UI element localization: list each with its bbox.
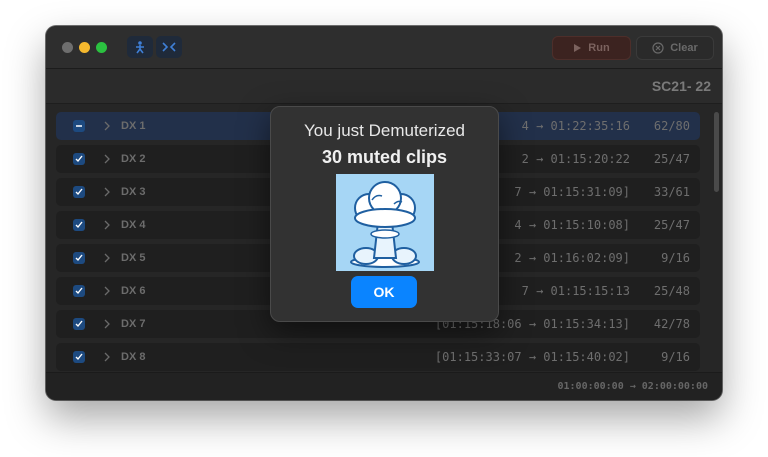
track-count: 25/48 — [653, 284, 690, 298]
track-timecode: 4 → 01:22:35:16 — [521, 119, 630, 133]
chevron-right-icon[interactable] — [104, 352, 110, 362]
dialog-count: 30 muted clips — [321, 147, 448, 167]
chevron-right-icon[interactable] — [104, 253, 110, 263]
track-count: 25/47 — [653, 152, 690, 166]
track-timecode: 7 → 01:15:15:13 — [521, 284, 630, 298]
track-timecode: 2 → 01:16:02:09] — [514, 251, 630, 265]
run-button[interactable]: Run — [552, 36, 631, 60]
track-name: DX 2 — [121, 153, 146, 165]
titlebar: Run Clear — [46, 26, 722, 69]
track-count: 9/16 — [661, 350, 690, 364]
track-name: DX 1 — [121, 120, 146, 132]
chevron-right-icon[interactable] — [104, 187, 110, 197]
track-name: DX 7 — [121, 318, 146, 330]
track-timecode: [01:15:33:07 → 01:15:40:02] — [434, 350, 630, 364]
clear-label: Clear — [670, 42, 698, 54]
minimize-window-button[interactable] — [79, 42, 90, 53]
mushroom-cloud-icon — [336, 174, 434, 271]
clear-circle-icon — [652, 42, 664, 54]
track-checkbox[interactable] — [73, 186, 85, 198]
track-checkbox[interactable] — [73, 120, 85, 132]
waveform-person-icon[interactable] — [127, 36, 153, 58]
chevron-right-icon[interactable] — [104, 286, 110, 296]
run-label: Run — [588, 42, 610, 54]
play-icon — [574, 44, 582, 52]
scene-title: SC21- 22 — [651, 78, 711, 94]
close-window-button[interactable] — [62, 42, 73, 53]
scene-header: SC21- 22 — [46, 69, 722, 104]
dialog-message: You just Demuterized — [304, 121, 465, 140]
track-checkbox[interactable] — [73, 351, 85, 363]
clear-button[interactable]: Clear — [636, 36, 714, 60]
chevron-right-icon[interactable] — [104, 319, 110, 329]
track-name: DX 5 — [121, 252, 146, 264]
chevron-right-icon[interactable] — [104, 154, 110, 164]
track-count: 33/61 — [653, 185, 690, 199]
completion-dialog: You just Demuterized 30 muted clips OK — [270, 106, 499, 322]
track-checkbox[interactable] — [73, 219, 85, 231]
footer-bar: 01:00:00:00 → 02:00:00:00 — [46, 372, 722, 400]
chevron-right-icon[interactable] — [104, 121, 110, 131]
track-checkbox[interactable] — [73, 252, 85, 264]
track-name: DX 3 — [121, 186, 146, 198]
timeline-range: 01:00:00:00 → 02:00:00:00 — [557, 381, 708, 392]
zoom-window-button[interactable] — [96, 42, 107, 53]
track-timecode: 7 → 01:15:31:09] — [514, 185, 630, 199]
track-name: DX 8 — [121, 351, 146, 363]
track-name: DX 4 — [121, 219, 146, 231]
track-count: 42/78 — [653, 317, 690, 331]
track-count: 62/80 — [653, 119, 690, 133]
track-checkbox[interactable] — [73, 285, 85, 297]
list-scrollbar[interactable] — [714, 112, 719, 192]
track-checkbox[interactable] — [73, 318, 85, 330]
track-timecode: 2 → 01:15:20:22 — [521, 152, 630, 166]
ok-button[interactable]: OK — [351, 276, 417, 308]
track-count: 25/47 — [653, 218, 690, 232]
track-timecode: 4 → 01:15:10:08] — [514, 218, 630, 232]
track-count: 9/16 — [661, 251, 690, 265]
track-name: DX 6 — [121, 285, 146, 297]
collapse-arrows-icon[interactable] — [156, 36, 182, 58]
track-row[interactable]: DX 8 [01:15:33:07 → 01:15:40:02] 9/16 — [56, 343, 700, 371]
track-checkbox[interactable] — [73, 153, 85, 165]
chevron-right-icon[interactable] — [104, 220, 110, 230]
